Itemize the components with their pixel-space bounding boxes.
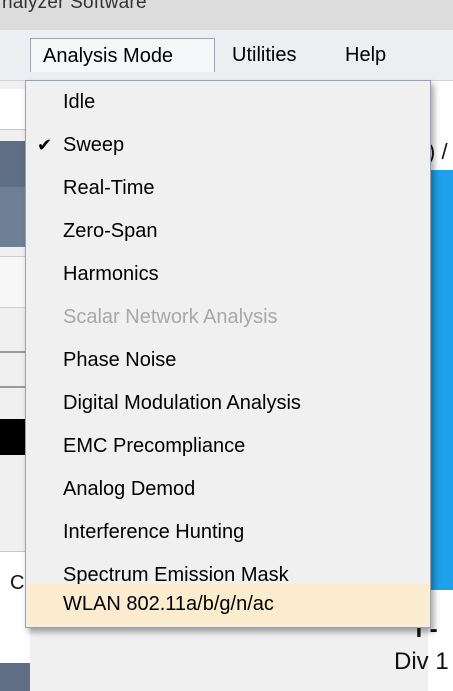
menu-item-label: Harmonics [63,263,159,285]
checkmark-icon: ✔ [37,135,53,155]
menu-item-label: Sweep [63,134,125,156]
left-fragment-text: C [10,572,25,594]
menu-item-phase-noise[interactable]: Phase Noise [27,340,429,381]
menu-item-label: WLAN 802.11a/b/g/n/ac [63,593,274,615]
menu-item-real-time[interactable]: Real-Time [27,168,429,209]
menu-item-label: Digital Modulation Analysis [63,392,301,414]
menu-item-label: Real-Time [63,177,155,199]
menu-item-label: EMC Precompliance [63,435,246,457]
menu-item-idle[interactable]: Idle [27,82,429,123]
menu-item-wlan[interactable]: WLAN 802.11a/b/g/n/ac [27,584,429,625]
trace-display [428,170,453,590]
menu-item-label: Interference Hunting [63,521,245,543]
menu-help[interactable]: Help [333,38,403,72]
left-panel-footer [0,663,30,691]
menu-item-scalar-network-analysis: Scalar Network Analysis [27,297,429,338]
menu-item-harmonics[interactable]: Harmonics [27,254,429,295]
window-titlebar: nalyzer Software [0,0,453,31]
window-title: nalyzer Software [2,0,147,13]
menu-item-sweep[interactable]: ✔ Sweep [27,125,429,166]
menu-item-label: Idle [63,91,96,113]
menu-analysis-mode[interactable]: Analysis Mode [30,38,215,72]
menu-item-label: Scalar Network Analysis [63,306,278,328]
menubar: Analysis Mode Utilities Help [0,30,453,81]
menu-item-zero-span[interactable]: Zero-Span [27,211,429,252]
menu-item-analog-demod[interactable]: Analog Demod [27,469,429,510]
menu-item-emc-precompliance[interactable]: EMC Precompliance [27,426,429,467]
analysis-mode-dropdown: Idle ✔ Sweep Real-Time Zero-Span Harmoni… [25,80,431,628]
right-bottom-fragment-2: Div 1 [394,648,449,675]
menu-item-label: Phase Noise [63,349,177,371]
menu-item-label: Analog Demod [63,478,196,500]
menu-item-interference-hunting[interactable]: Interference Hunting [27,512,429,553]
menu-utilities[interactable]: Utilities [220,38,332,72]
menu-item-label: Zero-Span [63,220,158,242]
menu-item-digital-modulation-analysis[interactable]: Digital Modulation Analysis [27,383,429,424]
